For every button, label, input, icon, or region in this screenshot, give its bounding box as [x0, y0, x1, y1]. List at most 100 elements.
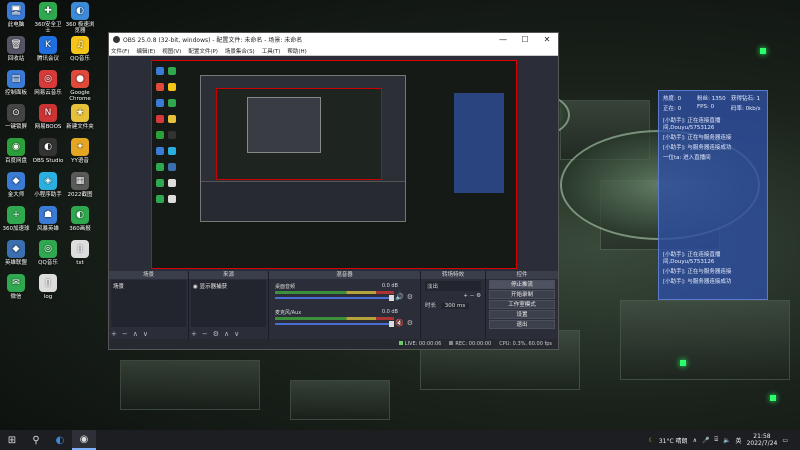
menu-view[interactable]: 视图(V)	[162, 47, 181, 55]
network-icon[interactable]: ⌸	[714, 436, 718, 444]
desktop-icon-label: 英雄联盟	[4, 260, 27, 266]
desktop-icon[interactable]: ● Google Chrome	[64, 70, 96, 102]
muted-speaker-icon[interactable]: 🔇	[395, 319, 404, 327]
stat-item: 获得钻石: 1	[731, 96, 761, 102]
desktop-icon[interactable]: ◉ 百度网盘	[0, 138, 32, 164]
obs-taskbar-icon[interactable]: ◉	[72, 430, 96, 450]
stop-streaming-button[interactable]: 停止推流	[489, 280, 555, 289]
desktop-icon[interactable]: ◈ 小程序助手	[32, 172, 64, 198]
source-item[interactable]: ◉ 显示器捕获	[191, 280, 266, 292]
obs-titlebar[interactable]: OBS 25.0.8 (32-bit, windows) - 配置文件: 未命名…	[109, 33, 558, 46]
menu-help[interactable]: 帮助(H)	[287, 47, 306, 55]
desktop-icon[interactable]: 🖥 此电脑	[0, 2, 32, 28]
desktop-icon[interactable]: ♫ QQ音乐	[64, 36, 96, 62]
desktop-icon-label: QQ音乐	[38, 260, 58, 266]
eye-icon[interactable]: ◉	[193, 284, 198, 290]
cpu-status: CPU: 0.3%, 60.00 fps	[499, 341, 552, 347]
duration-input[interactable]: 300 ms	[440, 303, 470, 309]
desktop-icon[interactable]: +360加速球	[0, 206, 32, 232]
settings-button[interactable]: 设置	[489, 310, 555, 319]
search-icon[interactable]: ⚲	[24, 430, 48, 450]
desktop-icon[interactable]: ⊙ 一键锁屏	[0, 104, 32, 130]
desktop-icon[interactable]: ▦ 2022截图	[64, 172, 96, 198]
gear-icon[interactable]: ⚙	[407, 293, 413, 301]
minimize-button[interactable]: —	[492, 35, 514, 44]
clock[interactable]: 21:58 2022/7/24	[747, 433, 778, 447]
remove-source-button[interactable]: −	[202, 330, 208, 338]
system-tray: ☾ 31°C 晴朗 ∧ 🎤 ⌸ 🔈 英 21:58 2022/7/24 ▭	[648, 433, 800, 447]
desktop-icon[interactable]: ◎ QQ音乐	[32, 240, 64, 266]
desktop-icon[interactable]: N 网易BOOS	[32, 104, 64, 130]
studio-mode-button[interactable]: 工作室模式	[489, 300, 555, 309]
volume-icon[interactable]: 🔈	[723, 437, 730, 444]
close-button[interactable]: ✕	[536, 35, 558, 44]
app-icon: ▤	[7, 70, 25, 88]
chevron-up-icon[interactable]: ∧	[693, 437, 697, 444]
desktop-icon[interactable]: ✉ 微信	[0, 274, 32, 300]
chat-message: [小助手]: 正在连接直播间,Douyu/5753126	[663, 118, 721, 131]
desktop-icon[interactable]: ▤ 控制面板	[0, 70, 32, 96]
preview-canvas[interactable]	[151, 60, 517, 269]
desktop-icon[interactable]: ✦ YY语音	[64, 138, 96, 164]
speaker-icon[interactable]: 🔊	[395, 293, 404, 301]
app-icon: +	[7, 206, 25, 224]
mixer-channel: 桌面音频 0.0 dB 🔊 ⚙	[275, 283, 414, 307]
desktop-icon[interactable]: ◐ 360画报	[64, 206, 96, 232]
add-transition-button[interactable]: +	[463, 293, 468, 299]
source-up-button[interactable]: ∧	[224, 330, 229, 338]
desktop-icon-label: 百度网盘	[4, 158, 27, 164]
move-down-button[interactable]: ∨	[143, 330, 148, 338]
notification-icon[interactable]: ▭	[782, 437, 788, 444]
chat-message: 一位ta: 进入直播间	[663, 155, 711, 161]
microphone-icon[interactable]: 🎤	[702, 437, 709, 444]
app-icon: K	[39, 36, 57, 54]
menu-scene-collection[interactable]: 场景集合(S)	[225, 47, 255, 55]
desktop-icon[interactable]: ◐ OBS Studio	[32, 138, 64, 164]
source-settings-icon[interactable]: ⚙	[213, 330, 219, 338]
desktop-icon[interactable]: ▯ txt	[64, 240, 96, 266]
add-scene-button[interactable]: +	[111, 330, 117, 338]
source-down-button[interactable]: ∨	[234, 330, 239, 338]
start-button[interactable]: ⊞	[0, 430, 24, 450]
maximize-button[interactable]: ☐	[514, 35, 536, 44]
chat-message: [小助手]: 正在连接直播间,Douyu/5753126	[663, 252, 721, 265]
remove-transition-button[interactable]: −	[470, 293, 475, 299]
desktop-icon[interactable]: ★ 新建文件夹	[64, 104, 96, 130]
desktop-icon[interactable]: 🗑 回收站	[0, 36, 32, 62]
menu-tools[interactable]: 工具(T)	[262, 47, 281, 55]
add-source-button[interactable]: +	[191, 330, 197, 338]
desktop-icon-label: 360画报	[69, 226, 91, 232]
desktop-icon[interactable]: ◎ 网易云音乐	[32, 70, 64, 96]
scenes-dock: 场景 场景 + − ∧ ∨	[109, 271, 189, 339]
stat-item: FPS: 0	[697, 104, 715, 110]
volume-slider[interactable]	[275, 295, 394, 301]
desktop-icon[interactable]: ◐ 360 极速浏览器	[64, 2, 96, 34]
scene-item[interactable]: 场景	[111, 280, 186, 292]
app-icon: ♫	[71, 36, 89, 54]
desktop-icon[interactable]: ▯ log	[32, 274, 64, 300]
start-recording-button[interactable]: 开始录制	[489, 290, 555, 299]
desktop-icon[interactable]: ◆ 金大师	[0, 172, 32, 198]
transition-select[interactable]: 淡出	[425, 281, 481, 291]
desktop-icon[interactable]: ☗ 风暴英雄	[32, 206, 64, 232]
transition-settings-icon[interactable]: ⚙	[476, 293, 481, 299]
sources-title: 来源	[189, 271, 268, 279]
volume-slider[interactable]	[275, 321, 394, 327]
move-up-button[interactable]: ∧	[133, 330, 138, 338]
menu-profile[interactable]: 配置文件(P)	[188, 47, 218, 55]
menu-file[interactable]: 文件(F)	[111, 47, 129, 55]
desktop-icon[interactable]: K 腾讯会议	[32, 36, 64, 62]
stat-item: 热度: 0	[663, 96, 682, 102]
app-icon: ◆	[7, 240, 25, 258]
app-icon: ◎	[39, 70, 57, 88]
app-icon: ◐	[71, 206, 89, 224]
remove-scene-button[interactable]: −	[122, 330, 128, 338]
desktop-icon[interactable]: ✚ 360安全卫士	[32, 2, 64, 34]
360-browser-taskbar-icon[interactable]: ◐	[48, 430, 72, 450]
menu-edit[interactable]: 编辑(E)	[136, 47, 155, 55]
exit-button[interactable]: 退出	[489, 320, 555, 329]
gear-icon[interactable]: ⚙	[407, 319, 413, 327]
desktop-icon[interactable]: ◆ 英雄联盟	[0, 240, 32, 266]
language-indicator[interactable]: 英	[736, 436, 742, 445]
status-bar: LIVE: 00:00:06 REC: 00:00:00 CPU: 0.3%, …	[109, 339, 558, 349]
